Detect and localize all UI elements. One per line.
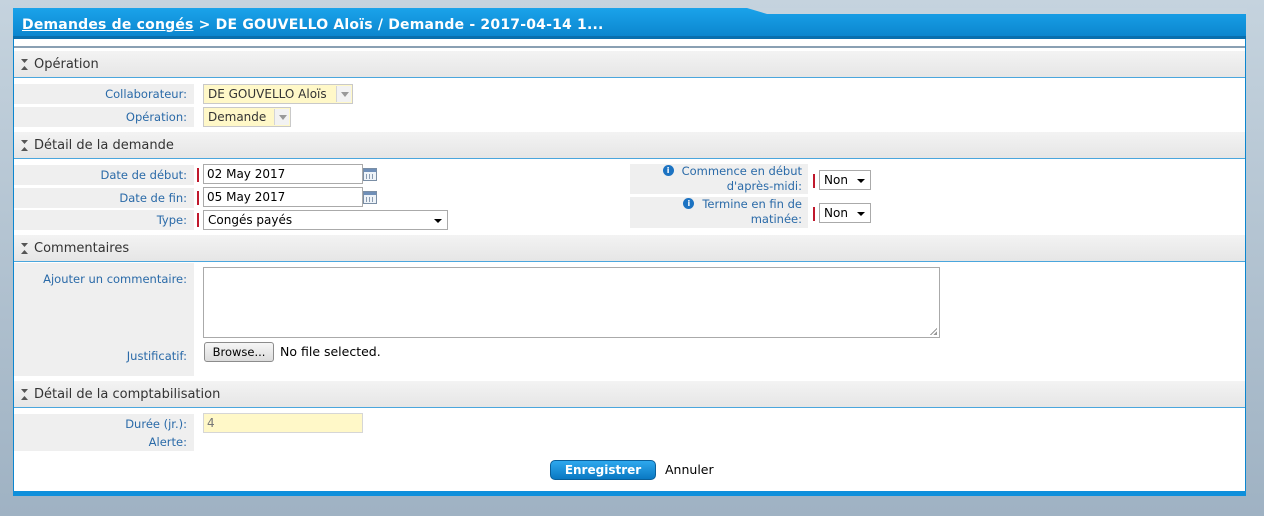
collapse-icon[interactable] <box>21 59 28 70</box>
morning-end-label: i Termine en fin de matinée: <box>630 197 808 228</box>
chevron-down-icon <box>434 219 442 223</box>
required-marker <box>197 168 199 182</box>
start-date-input[interactable]: 02 May 2017 <box>203 164 363 184</box>
start-date-label: Date de début: <box>14 165 194 185</box>
required-marker <box>813 207 815 221</box>
comment-textarea[interactable] <box>203 267 940 338</box>
duration-input: 4 <box>203 413 363 433</box>
info-icon[interactable]: i <box>683 198 695 209</box>
section-header-request-detail[interactable]: Détail de la demande <box>14 132 1245 159</box>
add-comment-label: Ajouter un commentaire: Justificatif: <box>14 263 194 376</box>
section-title: Commentaires <box>34 241 130 256</box>
file-status: No file selected. <box>280 344 381 359</box>
chevron-down-icon <box>336 86 351 102</box>
title-bar: Demandes de congés > DE GOUVELLO Aloïs /… <box>13 8 1246 39</box>
chevron-down-icon <box>857 179 865 183</box>
breadcrumb-link-leave-requests[interactable]: Demandes de congés <box>22 17 194 33</box>
duration-label: Durée (jr.): <box>14 414 194 434</box>
page-title: Demandes de congés > DE GOUVELLO Aloïs /… <box>22 17 604 33</box>
end-date-input[interactable]: 05 May 2017 <box>203 187 363 207</box>
chevron-down-icon <box>274 109 289 125</box>
collapse-icon[interactable] <box>21 243 28 254</box>
afternoon-start-value: Non <box>824 173 848 187</box>
proof-label: Justificatif: <box>126 349 187 363</box>
info-icon[interactable]: i <box>662 165 674 176</box>
collaborateur-value: DE GOUVELLO Aloïs <box>208 87 327 101</box>
type-label: Type: <box>14 210 194 230</box>
morning-end-value: Non <box>824 206 848 220</box>
section-header-operation[interactable]: Opération <box>14 51 1245 78</box>
cancel-link[interactable]: Annuler <box>665 462 714 477</box>
required-marker <box>197 191 199 205</box>
section-title: Détail de la comptabilisation <box>34 387 221 402</box>
collaborateur-select[interactable]: DE GOUVELLO Aloïs <box>203 84 353 104</box>
save-button[interactable]: Enregistrer <box>550 460 656 480</box>
required-marker <box>813 174 815 188</box>
calendar-icon[interactable] <box>363 191 377 204</box>
calendar-icon[interactable] <box>363 168 377 181</box>
operation-value: Demande <box>208 110 267 124</box>
section-header-accounting[interactable]: Détail de la comptabilisation <box>14 381 1245 408</box>
browse-button[interactable]: Browse... <box>204 342 274 362</box>
end-date-label: Date de fin: <box>14 188 194 208</box>
operation-select[interactable]: Demande <box>203 107 291 127</box>
collapse-icon[interactable] <box>21 389 28 400</box>
panel-footer-bar <box>13 491 1246 496</box>
resize-grip-icon[interactable] <box>930 328 937 335</box>
section-header-comments[interactable]: Commentaires <box>14 235 1245 262</box>
chevron-down-icon <box>857 212 865 216</box>
required-marker <box>197 213 199 227</box>
afternoon-start-label: i Commence en début d'après-midi: <box>630 164 808 194</box>
operation-label: Opération: <box>14 107 194 127</box>
alert-label: Alerte: <box>14 434 194 451</box>
divider <box>14 46 1245 48</box>
leave-type-select[interactable]: Congés payés <box>203 210 448 230</box>
leave-type-value: Congés payés <box>208 213 293 227</box>
section-title: Détail de la demande <box>34 138 174 153</box>
afternoon-start-select[interactable]: Non <box>819 170 871 190</box>
section-title: Opération <box>34 57 99 72</box>
morning-end-select[interactable]: Non <box>819 203 871 223</box>
collapse-icon[interactable] <box>21 140 28 151</box>
collaborateur-label: Collaborateur: <box>14 84 194 104</box>
breadcrumb-current: > DE GOUVELLO Aloïs / Demande - 2017-04-… <box>193 17 604 33</box>
